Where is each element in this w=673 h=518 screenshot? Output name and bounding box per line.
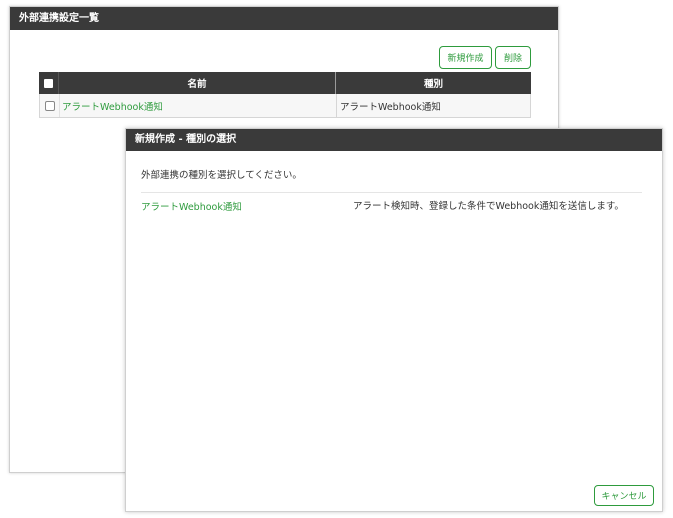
row-select-cell xyxy=(40,94,59,117)
table-row: アラートWebhook通知 アラートWebhook通知 xyxy=(39,94,531,118)
cancel-button[interactable]: キャンセル xyxy=(594,485,654,506)
column-header-type[interactable]: 種別 xyxy=(335,72,531,94)
table-header: 名前 種別 xyxy=(39,72,531,94)
row-checkbox[interactable] xyxy=(44,100,55,111)
panel-title: 外部連携設定一覧 xyxy=(10,7,558,30)
select-all-cell xyxy=(39,72,58,94)
new-create-button[interactable]: 新規作成 xyxy=(439,46,492,69)
row-type: アラートWebhook通知 xyxy=(336,94,530,117)
select-all-checkbox[interactable] xyxy=(44,78,53,88)
row-name-link[interactable]: アラートWebhook通知 xyxy=(59,94,336,117)
dialog-title: 新規作成 - 種別の選択 xyxy=(126,129,662,151)
dialog-instruction: 外部連携の種別を選択してください。 xyxy=(141,170,302,181)
option-webhook-description: アラート検知時、登録した条件でWebhook通知を送信します。 xyxy=(353,201,624,212)
divider xyxy=(141,192,642,193)
option-webhook-link[interactable]: アラートWebhook通知 xyxy=(141,199,242,213)
type-selection-dialog: 新規作成 - 種別の選択 外部連携の種別を選択してください。 アラートWebho… xyxy=(125,128,663,512)
delete-button[interactable]: 削除 xyxy=(495,46,531,69)
integration-table: 名前 種別 アラートWebhook通知 アラートWebhook通知 xyxy=(39,72,531,118)
column-header-name[interactable]: 名前 xyxy=(58,72,335,94)
